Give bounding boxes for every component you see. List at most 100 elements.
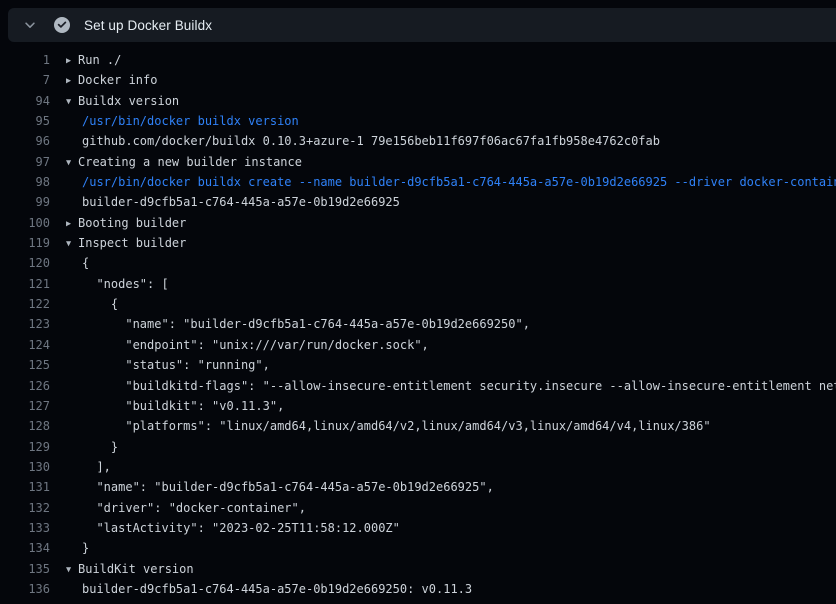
line-number[interactable]: 100 [0,213,50,233]
log-output-text: "buildkit": "v0.11.3", [50,396,836,416]
log-group-header[interactable]: ▶Docker info [50,70,836,91]
log-group-title: Creating a new builder instance [78,155,302,169]
log-line: 135▼BuildKit version [0,559,836,579]
log-line: 100▶Booting builder [0,213,836,233]
log-line: 132 "driver": "docker-container", [0,498,836,518]
chevron-down-icon[interactable] [22,17,38,33]
line-number[interactable]: 127 [0,396,50,416]
log-group-header[interactable]: ▶Booting builder [50,213,836,234]
line-number[interactable]: 125 [0,355,50,375]
log-group-header[interactable]: ▼Buildx version [50,91,836,112]
log-line: 123 "name": "builder-d9cfb5a1-c764-445a-… [0,314,836,334]
log-group-title: Run ./ [78,53,121,67]
log-group-header[interactable]: ▶Run ./ [50,50,836,71]
line-number[interactable]: 124 [0,335,50,355]
line-number[interactable]: 95 [0,111,50,131]
log-line: 1▶Run ./ [0,50,836,70]
log-group-title: Inspect builder [78,236,186,250]
triangle-right-icon[interactable]: ▶ [66,51,78,71]
line-number[interactable]: 94 [0,91,50,111]
log-line: 131 "name": "builder-d9cfb5a1-c764-445a-… [0,477,836,497]
log-output-text: "lastActivity": "2023-02-25T11:58:12.000… [50,518,836,538]
line-number[interactable]: 130 [0,457,50,477]
log-command-text: /usr/bin/docker buildx create --name bui… [50,172,836,192]
log-group-title: Booting builder [78,216,186,230]
log-viewer: 1▶Run ./7▶Docker info94▼Buildx version95… [0,50,836,604]
log-line: 120{ [0,253,836,273]
triangle-right-icon[interactable]: ▶ [66,214,78,234]
log-line: 133 "lastActivity": "2023-02-25T11:58:12… [0,518,836,538]
line-number[interactable]: 128 [0,416,50,436]
log-line: 126 "buildkitd-flags": "--allow-insecure… [0,376,836,396]
triangle-down-icon[interactable]: ▼ [66,92,78,112]
log-line: 124 "endpoint": "unix:///var/run/docker.… [0,335,836,355]
log-output-text: builder-d9cfb5a1-c764-445a-a57e-0b19d2e6… [50,192,836,212]
line-number[interactable]: 7 [0,70,50,90]
log-command-text: /usr/bin/docker buildx version [50,111,836,131]
log-line: 95/usr/bin/docker buildx version [0,111,836,131]
triangle-down-icon[interactable]: ▼ [66,560,78,580]
log-line: 7▶Docker info [0,70,836,90]
line-number[interactable]: 132 [0,498,50,518]
line-number[interactable]: 122 [0,294,50,314]
log-group-title: Buildx version [78,94,179,108]
log-output-text: "endpoint": "unix:///var/run/docker.sock… [50,335,836,355]
line-number[interactable]: 126 [0,376,50,396]
log-line: 128 "platforms": "linux/amd64,linux/amd6… [0,416,836,436]
log-output-text: "buildkitd-flags": "--allow-insecure-ent… [50,376,836,396]
log-line: 96github.com/docker/buildx 0.10.3+azure-… [0,131,836,151]
triangle-down-icon[interactable]: ▼ [66,153,78,173]
log-output-text: } [50,538,836,558]
line-number[interactable]: 99 [0,192,50,212]
line-number[interactable]: 136 [0,579,50,599]
log-output-text: { [50,253,836,273]
log-output-text: "name": "builder-d9cfb5a1-c764-445a-a57e… [50,314,836,334]
log-line: 129 } [0,437,836,457]
step-title: Set up Docker Buildx [84,18,212,33]
line-number[interactable]: 135 [0,559,50,579]
line-number[interactable]: 120 [0,253,50,273]
log-line: 125 "status": "running", [0,355,836,375]
log-output-text: "name": "builder-d9cfb5a1-c764-445a-a57e… [50,477,836,497]
log-line: 134} [0,538,836,558]
log-output-text: builder-d9cfb5a1-c764-445a-a57e-0b19d2e6… [50,579,836,599]
log-output-text: "driver": "docker-container", [50,498,836,518]
check-circle-icon [54,17,70,33]
line-number[interactable]: 1 [0,50,50,70]
log-group-title: BuildKit version [78,562,194,576]
log-line: 94▼Buildx version [0,91,836,111]
log-output-text: ], [50,457,836,477]
triangle-right-icon[interactable]: ▶ [66,71,78,91]
log-group-title: Docker info [78,73,157,87]
log-output-text: "platforms": "linux/amd64,linux/amd64/v2… [50,416,836,436]
log-output-text: { [50,294,836,314]
log-line: 98/usr/bin/docker buildx create --name b… [0,172,836,192]
log-line: 136builder-d9cfb5a1-c764-445a-a57e-0b19d… [0,579,836,599]
line-number[interactable]: 121 [0,274,50,294]
log-output-text: } [50,437,836,457]
log-line: 130 ], [0,457,836,477]
line-number[interactable]: 133 [0,518,50,538]
line-number[interactable]: 119 [0,233,50,253]
log-line: 97▼Creating a new builder instance [0,152,836,172]
log-output-text: "status": "running", [50,355,836,375]
line-number[interactable]: 134 [0,538,50,558]
log-group-header[interactable]: ▼BuildKit version [50,559,836,580]
log-output-text: "nodes": [ [50,274,836,294]
triangle-down-icon[interactable]: ▼ [66,234,78,254]
log-group-header[interactable]: ▼Creating a new builder instance [50,152,836,173]
log-line: 119▼Inspect builder [0,233,836,253]
log-line: 99builder-d9cfb5a1-c764-445a-a57e-0b19d2… [0,192,836,212]
line-number[interactable]: 98 [0,172,50,192]
log-line: 127 "buildkit": "v0.11.3", [0,396,836,416]
line-number[interactable]: 96 [0,131,50,151]
line-number[interactable]: 129 [0,437,50,457]
log-group-header[interactable]: ▼Inspect builder [50,233,836,254]
line-number[interactable]: 131 [0,477,50,497]
log-output-text: github.com/docker/buildx 0.10.3+azure-1 … [50,131,836,151]
log-line: 121 "nodes": [ [0,274,836,294]
line-number[interactable]: 97 [0,152,50,172]
log-line: 122 { [0,294,836,314]
step-header[interactable]: Set up Docker Buildx [8,8,836,42]
line-number[interactable]: 123 [0,314,50,334]
